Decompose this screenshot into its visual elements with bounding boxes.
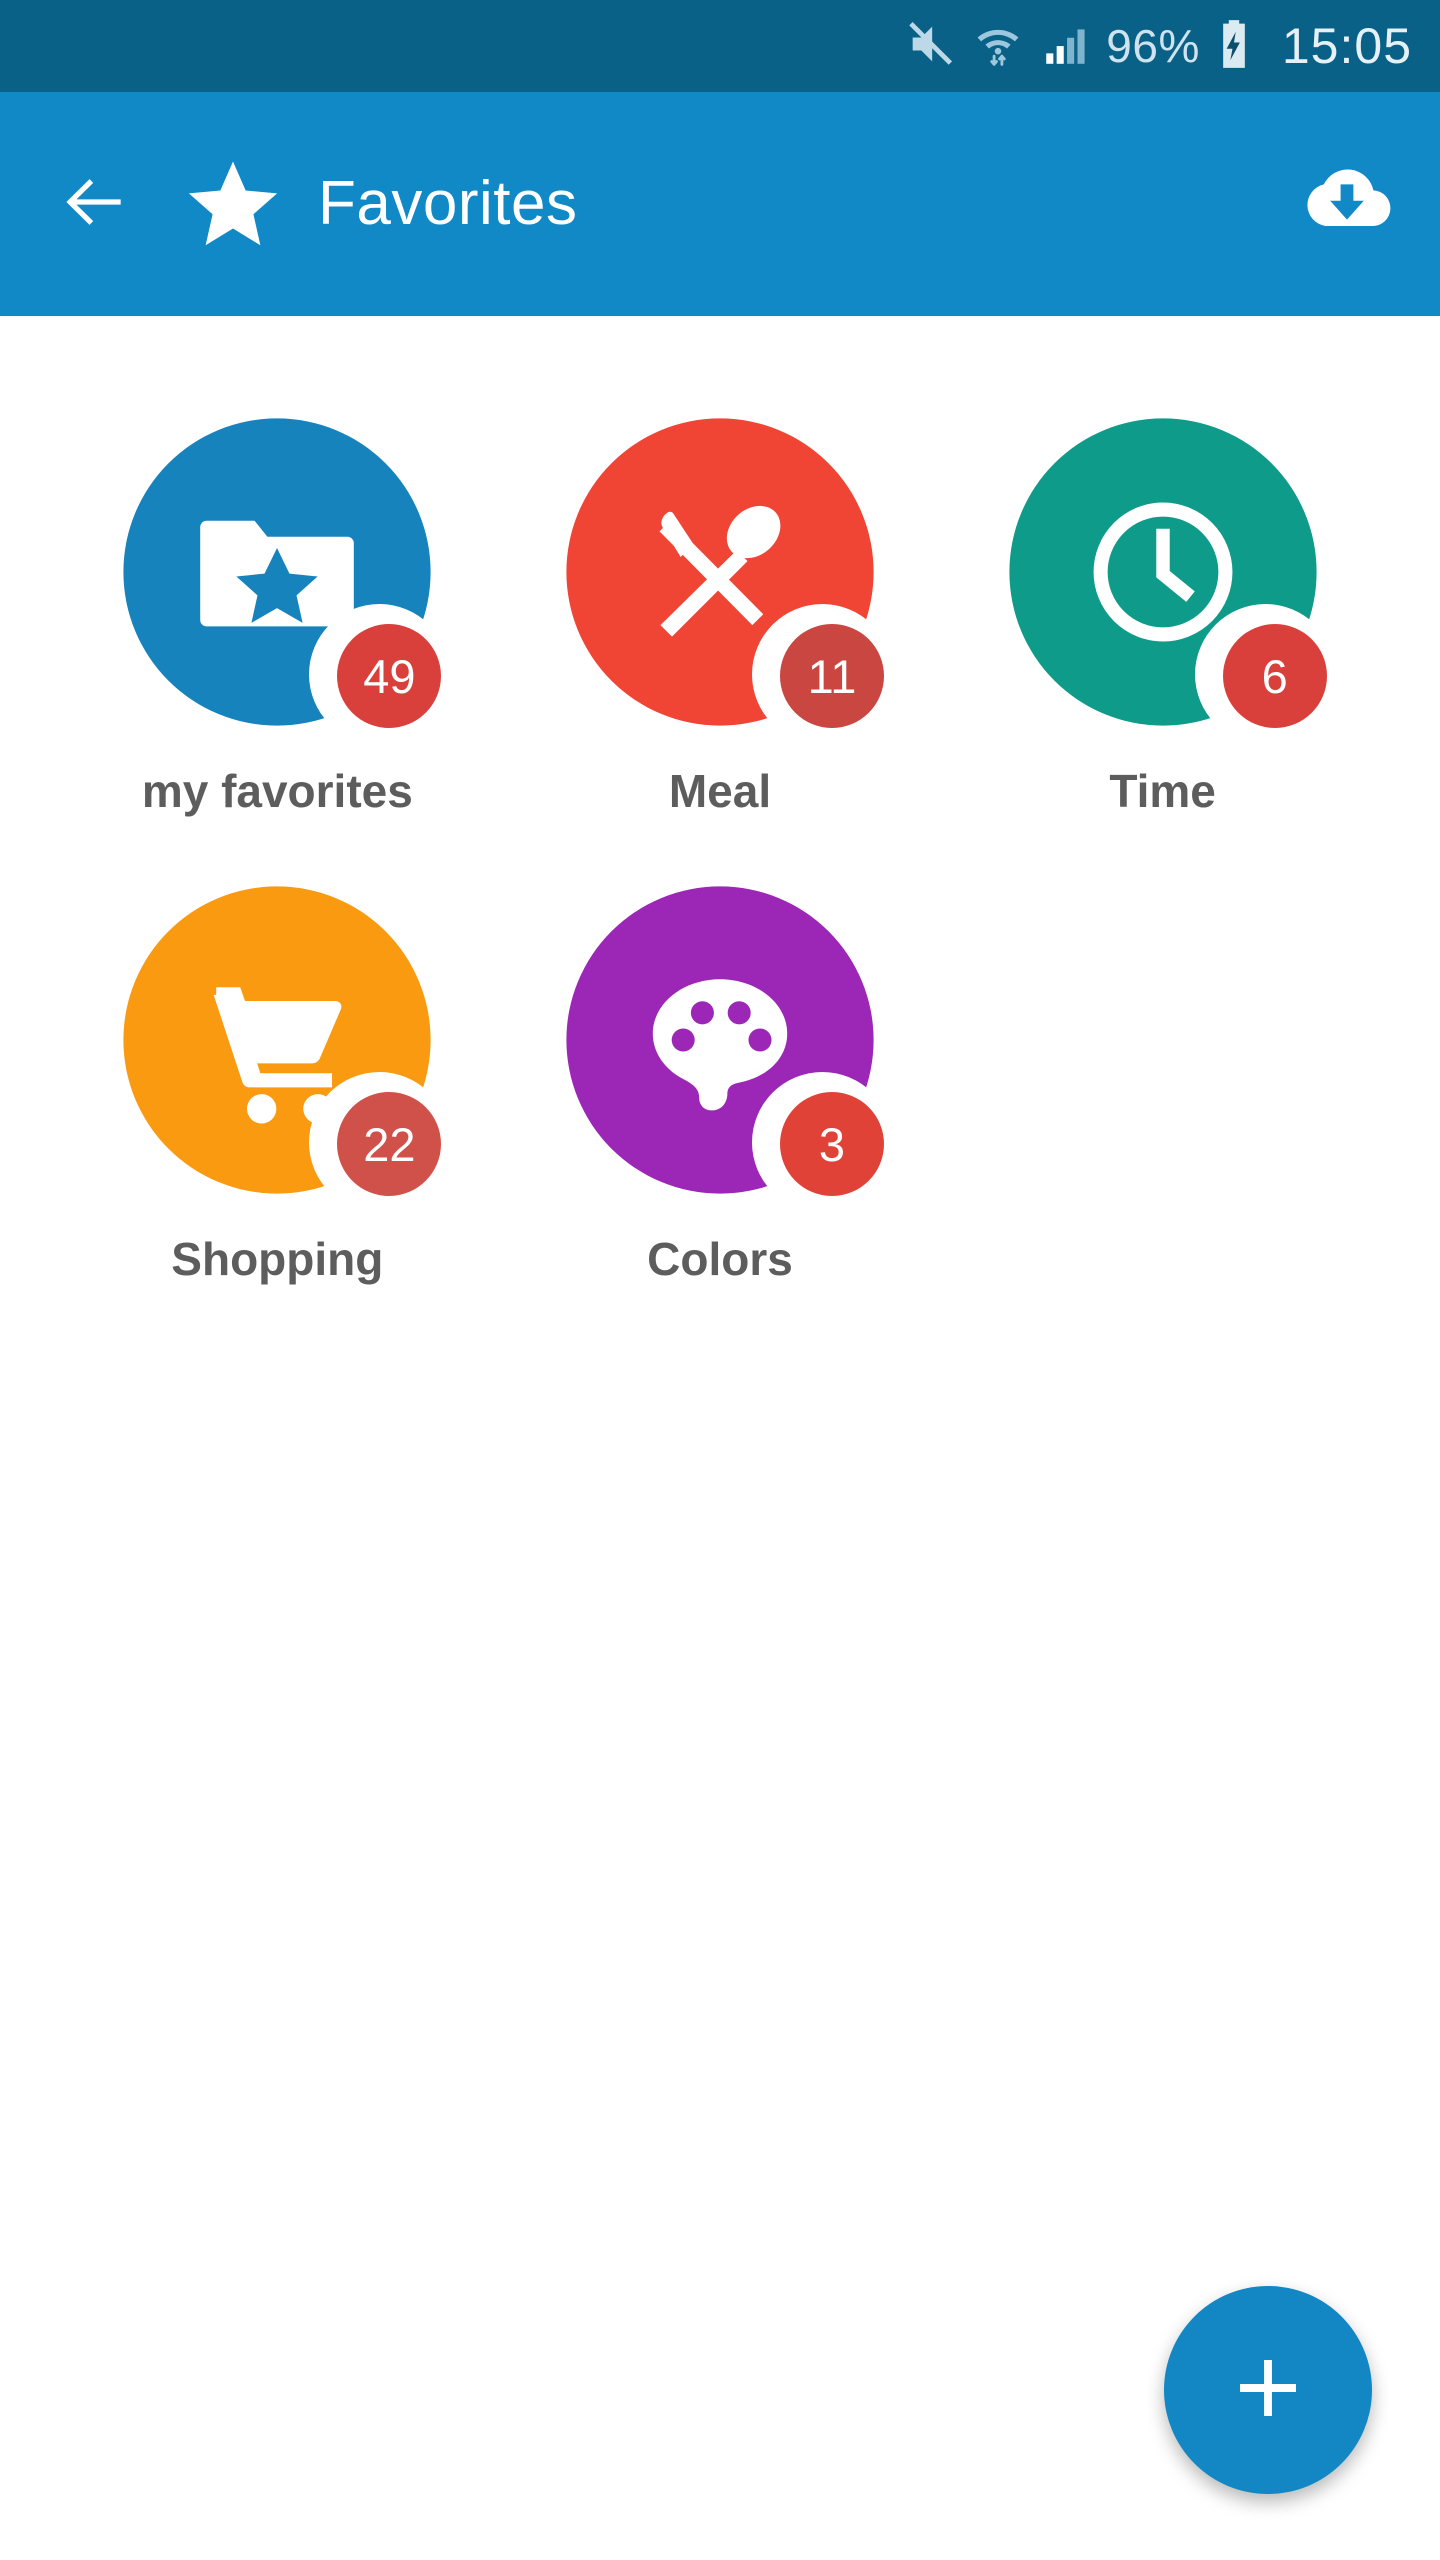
- grid-item-label: my favorites: [141, 765, 413, 817]
- grid-item-time[interactable]: 6 Time: [941, 412, 1384, 814]
- add-button[interactable]: [1164, 2286, 1372, 2494]
- battery-charging-icon: [1216, 18, 1252, 75]
- mute-icon: [904, 18, 956, 75]
- plus-icon: [1225, 2345, 1311, 2436]
- tile-time: 6: [1003, 412, 1327, 732]
- status-clock: 15:05: [1281, 18, 1412, 74]
- grid-item-label: Time: [1109, 765, 1216, 817]
- page-title: Favorites: [318, 169, 578, 238]
- tile-my-favorites: 49: [117, 412, 442, 732]
- tile-meal: 11: [560, 412, 884, 732]
- app-bar: Favorites: [0, 92, 1440, 316]
- badge-count: 22: [337, 1092, 442, 1196]
- grid-item-shopping[interactable]: 22 Shopping: [56, 880, 499, 1282]
- status-bar: 96% 15:05: [0, 0, 1440, 92]
- back-button[interactable]: [54, 162, 138, 246]
- favorites-grid: 49 my favorites 11 Meal 6 Time 22 Shoppi…: [0, 412, 1440, 1348]
- badge-count: 49: [337, 624, 442, 728]
- star-icon: [184, 155, 282, 253]
- tile-shopping: 22: [117, 880, 442, 1200]
- status-bar-icons: 96% 15:05: [904, 18, 1412, 75]
- battery-percent-label: 96%: [1106, 20, 1200, 72]
- tile-colors: 3: [560, 880, 884, 1200]
- main-content: 49 my favorites 11 Meal 6 Time 22 Shoppi…: [0, 316, 1440, 2560]
- grid-item-my-favorites[interactable]: 49 my favorites: [56, 412, 499, 814]
- grid-item-label: Colors: [647, 1233, 793, 1285]
- cloud-download-button[interactable]: [1292, 149, 1402, 259]
- arrow-left-icon: [59, 165, 133, 244]
- badge-count: 6: [1222, 624, 1327, 728]
- grid-item-label: Meal: [668, 765, 772, 817]
- grid-item-colors[interactable]: 3 Colors: [499, 880, 942, 1282]
- grid-item-label: Shopping: [171, 1233, 384, 1285]
- wifi-transfer-icon: [972, 18, 1024, 75]
- grid-item-meal[interactable]: 11 Meal: [499, 412, 942, 814]
- cloud-download-icon: [1299, 154, 1395, 255]
- badge-count: 11: [779, 624, 884, 728]
- badge-count: 3: [779, 1092, 884, 1196]
- cellular-signal-icon: [1040, 19, 1090, 74]
